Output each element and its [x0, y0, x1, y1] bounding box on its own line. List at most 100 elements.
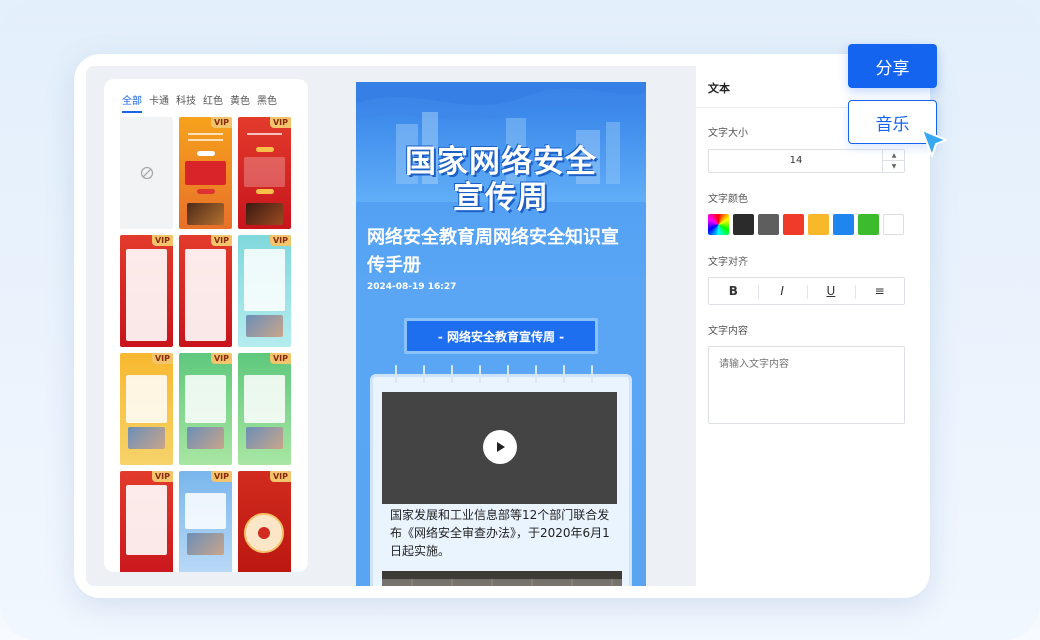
poster-title[interactable]: 国家网络安全 宣传周 — [356, 144, 646, 216]
body-line: 布《网络安全审查办法》，于2020年6月1 — [390, 526, 610, 540]
template-card[interactable]: VIP — [179, 117, 232, 229]
vip-badge: VIP — [210, 235, 232, 246]
font-color-label: 文字颜色 — [708, 194, 748, 205]
share-button[interactable]: 分享 — [848, 44, 937, 88]
color-swatch-red[interactable] — [783, 214, 804, 235]
font-size-label: 文字大小 — [708, 128, 748, 139]
template-card[interactable]: VIP — [179, 353, 232, 465]
poster-banner[interactable]: - 网络安全教育宣传周 - — [404, 318, 598, 354]
color-swatch-black[interactable] — [733, 214, 754, 235]
chevron-down-icon[interactable]: ▼ — [883, 161, 905, 172]
template-card[interactable]: VIP — [120, 353, 173, 465]
forbidden-icon — [140, 166, 153, 180]
cursor-icon — [921, 129, 947, 157]
template-card[interactable]: VIP — [120, 235, 173, 347]
template-box — [185, 249, 226, 341]
binder-ring — [451, 365, 453, 383]
poster-subtitle-line: 传手册 — [367, 255, 421, 276]
poster-title-line: 国家网络安全 — [405, 144, 597, 180]
play-icon[interactable] — [483, 430, 517, 464]
template-card[interactable]: VIP — [238, 117, 291, 229]
binder-ring — [563, 365, 565, 383]
stepper-buttons: ▲ ▼ — [882, 150, 905, 172]
color-swatch-white[interactable] — [883, 214, 904, 235]
binder-ring — [535, 365, 537, 383]
align-button[interactable]: ≡ — [855, 278, 904, 304]
binder-ring — [395, 365, 397, 383]
tab-all[interactable]: 全部 — [122, 92, 142, 113]
template-line — [188, 133, 223, 135]
template-card[interactable]: VIP — [179, 235, 232, 347]
template-photo — [187, 203, 224, 225]
phone-preview: 国家网络安全 宣传周 网络安全教育周网络安全知识宣 传手册 2024-08-19… — [356, 82, 646, 586]
font-size-value[interactable]: 14 — [709, 150, 883, 172]
template-card[interactable]: VIP — [238, 235, 291, 347]
template-photo — [246, 427, 283, 449]
template-pill — [256, 147, 274, 152]
font-size-stepper[interactable]: 14 ▲ ▼ — [708, 149, 905, 173]
vip-badge: VIP — [151, 235, 173, 246]
color-swatch-yellow[interactable] — [808, 214, 829, 235]
underline-button[interactable]: U — [806, 278, 856, 304]
property-panel: 文本 文字大小 14 ▲ ▼ 文字颜色 文字对齐 B I U ≡ 文字内容 请输… — [696, 66, 918, 586]
chevron-up-icon[interactable]: ▲ — [883, 150, 905, 161]
content-card: 国家发展和工业信息部等12个部门联合发 布《网络安全审查办法》，于2020年6月… — [370, 365, 632, 586]
template-photo — [246, 203, 283, 225]
vip-badge: VIP — [151, 353, 173, 364]
template-box — [126, 485, 167, 555]
poster-body-text[interactable]: 国家发展和工业信息部等12个部门联合发 布《网络安全审查办法》，于2020年6月… — [390, 506, 620, 560]
color-swatch-blue[interactable] — [833, 214, 854, 235]
poster-photo[interactable] — [382, 571, 622, 586]
color-swatches — [708, 214, 904, 235]
body-line: 国家发展和工业信息部等12个部门联合发 — [390, 508, 610, 522]
wheel-graphic — [244, 513, 284, 553]
italic-button[interactable]: I — [757, 278, 807, 304]
template-blank[interactable] — [120, 117, 173, 229]
poster-date: 2024-08-19 16:27 — [367, 282, 457, 292]
workspace: 全部 卡通 科技 红色 黄色 黑色 VIP VIP VIP VIP VIP VI… — [86, 66, 918, 586]
vip-badge: VIP — [210, 117, 232, 128]
poster-title-line: 宣传周 — [453, 180, 549, 216]
template-card[interactable]: VIP — [179, 471, 232, 572]
template-box — [126, 375, 167, 423]
body-line: 日起实施。 — [390, 544, 451, 558]
template-pill — [197, 189, 215, 194]
text-align-label: 文字对齐 — [708, 257, 748, 268]
tab-yellow[interactable]: 黄色 — [230, 92, 250, 113]
template-box — [185, 375, 226, 423]
template-line — [247, 133, 282, 135]
template-photo — [187, 427, 224, 449]
template-box — [244, 249, 285, 311]
video-player[interactable] — [382, 392, 617, 504]
tab-cartoon[interactable]: 卡通 — [149, 92, 169, 113]
poster-subtitle-line: 网络安全教育周网络安全知识宣 — [367, 227, 619, 248]
tab-red[interactable]: 红色 — [203, 92, 223, 113]
poster-subtitle[interactable]: 网络安全教育周网络安全知识宣 传手册 — [367, 224, 637, 280]
template-grid: VIP VIP VIP VIP VIP VIP VIP VIP VIP VIP … — [120, 117, 294, 572]
color-swatch-gray[interactable] — [758, 214, 779, 235]
tab-black[interactable]: 黑色 — [257, 92, 277, 113]
vip-badge: VIP — [269, 117, 291, 128]
editor-window: 全部 卡通 科技 红色 黄色 黑色 VIP VIP VIP VIP VIP VI… — [74, 54, 930, 598]
template-card[interactable]: VIP — [120, 471, 173, 572]
photo-graphic — [382, 571, 622, 586]
tab-tech[interactable]: 科技 — [176, 92, 196, 113]
template-tabs: 全部 卡通 科技 红色 黄色 黑色 — [122, 92, 277, 113]
template-card[interactable]: VIP — [238, 471, 291, 572]
template-panel: 全部 卡通 科技 红色 黄色 黑色 VIP VIP VIP VIP VIP VI… — [104, 79, 308, 572]
template-pill — [197, 151, 215, 156]
binder-ring — [591, 365, 593, 383]
template-box — [185, 493, 226, 529]
vip-badge: VIP — [210, 471, 232, 482]
bold-button[interactable]: B — [709, 278, 758, 304]
text-style-toolbar: B I U ≡ — [708, 277, 905, 305]
vip-badge: VIP — [210, 353, 232, 364]
template-pill — [256, 189, 274, 194]
vip-badge: VIP — [151, 471, 173, 482]
color-swatch-green[interactable] — [858, 214, 879, 235]
template-photo — [187, 533, 224, 555]
template-card[interactable]: VIP — [238, 353, 291, 465]
binder-ring — [479, 365, 481, 383]
color-picker-swatch[interactable] — [708, 214, 729, 235]
text-content-input[interactable] — [708, 346, 905, 424]
